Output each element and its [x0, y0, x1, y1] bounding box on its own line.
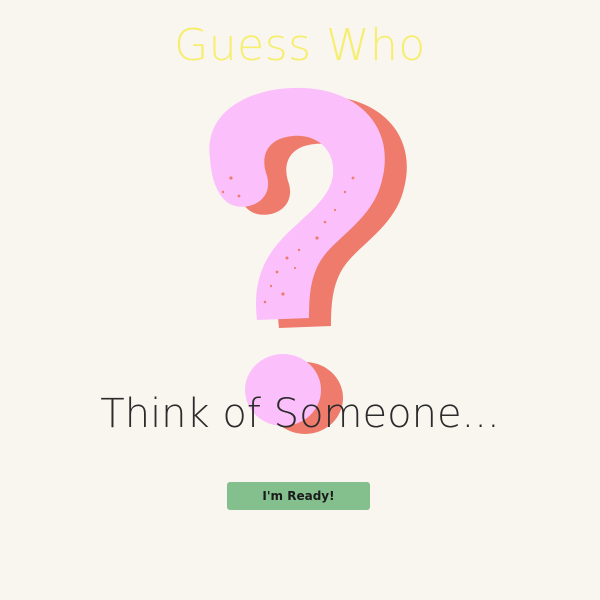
- im-ready-button[interactable]: I'm Ready!: [227, 482, 370, 510]
- question-mark-icon: [209, 87, 407, 434]
- think-of-someone-prompt: Think of Someone...: [100, 391, 500, 437]
- page-title: Guess Who: [174, 20, 426, 71]
- start-screen: Guess Who Think of Someone... I'm Ready!: [0, 0, 600, 600]
